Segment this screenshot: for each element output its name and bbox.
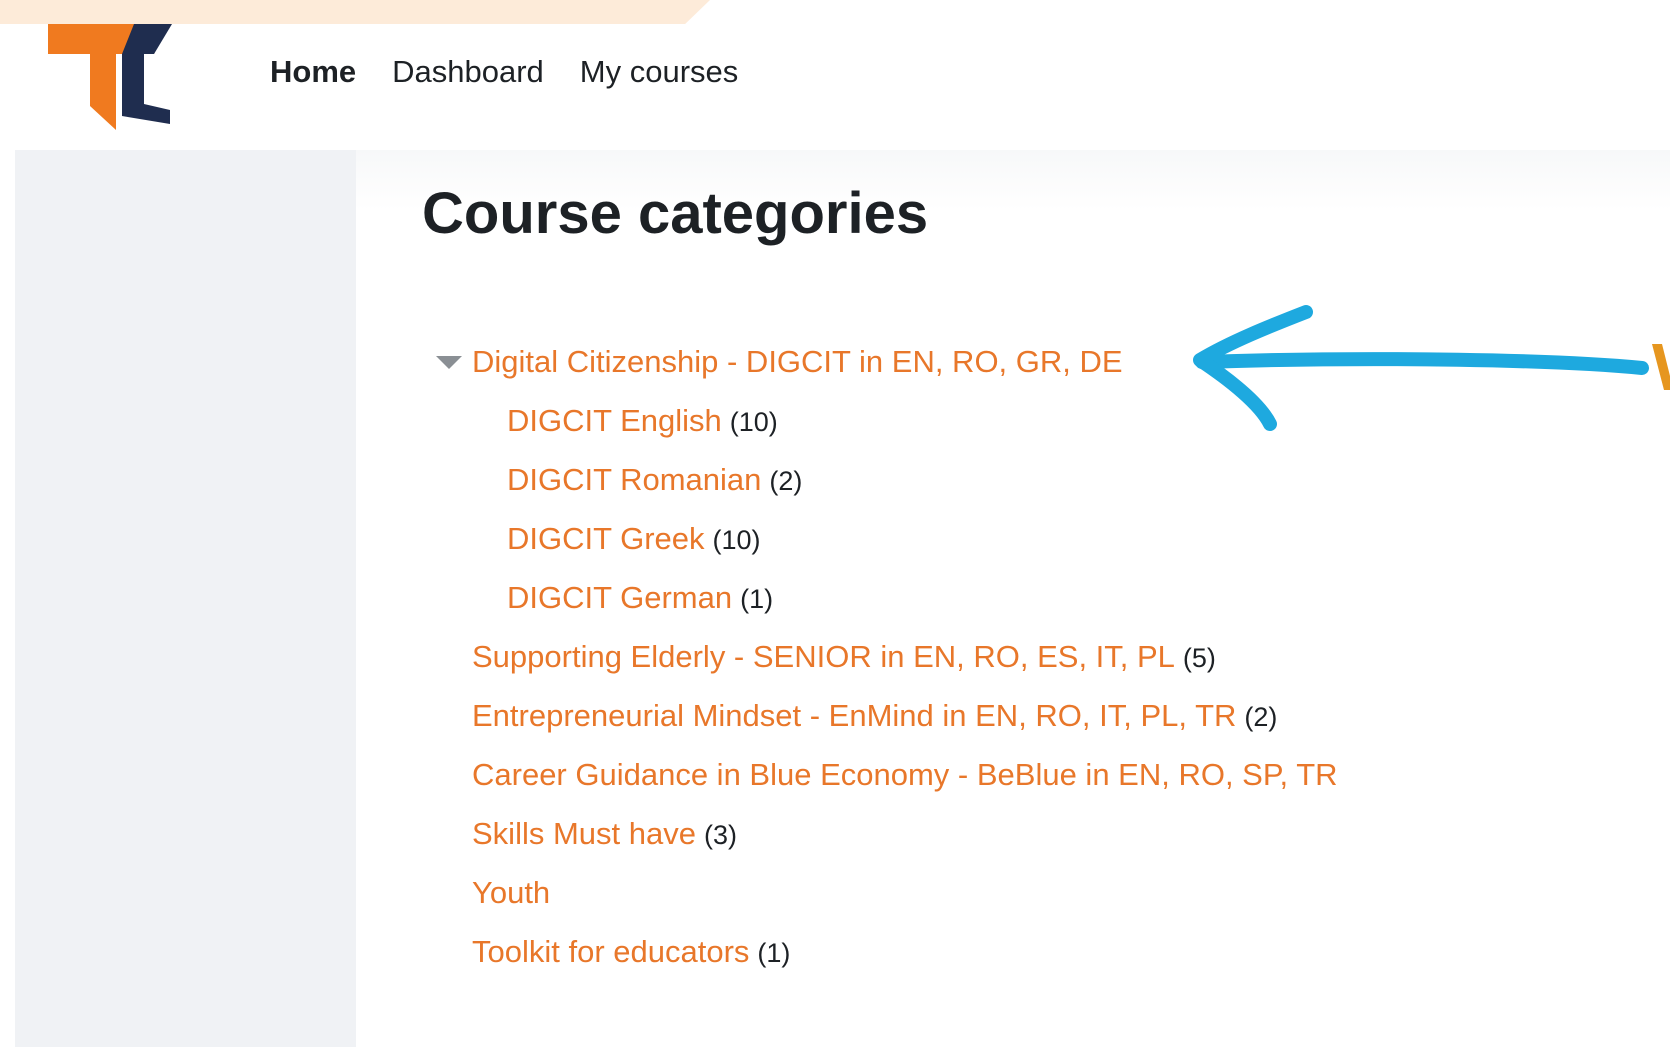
caret-down-icon[interactable] [436, 356, 462, 370]
page-title: Course categories [422, 181, 929, 246]
page: Home Dashboard My courses Course categor… [0, 0, 1670, 1047]
top-banner [0, 0, 710, 24]
category-link[interactable]: Skills Must have [472, 816, 696, 852]
cropped-annotation-mark [1652, 344, 1670, 390]
left-drawer [15, 150, 356, 1047]
category-item-youth: Youth [472, 875, 550, 911]
category-item-digcit-english: DIGCIT English (10) [507, 403, 778, 439]
category-item-senior: Supporting Elderly - SENIOR in EN, RO, E… [472, 639, 1216, 675]
category-link[interactable]: DIGCIT Greek [507, 521, 705, 557]
course-count: (10) [729, 407, 778, 437]
course-count: (5) [1182, 643, 1216, 673]
nav-my-courses[interactable]: My courses [580, 54, 738, 90]
course-count: (2) [769, 466, 803, 496]
category-item-digcit-romanian: DIGCIT Romanian (2) [507, 462, 802, 498]
category-item-enmind: Entrepreneurial Mindset - EnMind in EN, … [472, 698, 1277, 734]
course-count: (2) [1244, 702, 1278, 732]
category-link[interactable]: Digital Citizenship - DIGCIT in EN, RO, … [472, 344, 1123, 380]
category-link[interactable]: Youth [472, 875, 550, 911]
course-count: (10) [712, 525, 761, 555]
annotation-arrow-icon [1193, 305, 1649, 431]
category-item-skills: Skills Must have (3) [472, 816, 737, 852]
category-link[interactable]: Toolkit for educators [472, 934, 749, 970]
category-item-digcit-greek: DIGCIT Greek (10) [507, 521, 761, 557]
nav-dashboard[interactable]: Dashboard [392, 54, 544, 90]
category-item-beblue: Career Guidance in Blue Economy - BeBlue… [472, 757, 1338, 793]
course-count: (1) [740, 584, 774, 614]
category-link[interactable]: DIGCIT German [507, 580, 732, 616]
category-link[interactable]: Entrepreneurial Mindset - EnMind in EN, … [472, 698, 1236, 734]
course-count: (3) [703, 820, 737, 850]
category-item-toolkit: Toolkit for educators (1) [472, 934, 790, 970]
category-link[interactable]: Supporting Elderly - SENIOR in EN, RO, E… [472, 639, 1175, 675]
category-link[interactable]: Career Guidance in Blue Economy - BeBlue… [472, 757, 1338, 793]
nav-home[interactable]: Home [270, 54, 356, 90]
category-item-digcit-german: DIGCIT German (1) [507, 580, 773, 616]
primary-navigation: Home Dashboard My courses [270, 54, 738, 90]
top-navbar: Home Dashboard My courses [0, 24, 1670, 150]
category-item-digcit: Digital Citizenship - DIGCIT in EN, RO, … [472, 344, 1123, 380]
course-count: (1) [757, 938, 791, 968]
category-link[interactable]: DIGCIT English [507, 403, 722, 439]
site-logo[interactable] [48, 24, 188, 130]
category-link[interactable]: DIGCIT Romanian [507, 462, 761, 498]
